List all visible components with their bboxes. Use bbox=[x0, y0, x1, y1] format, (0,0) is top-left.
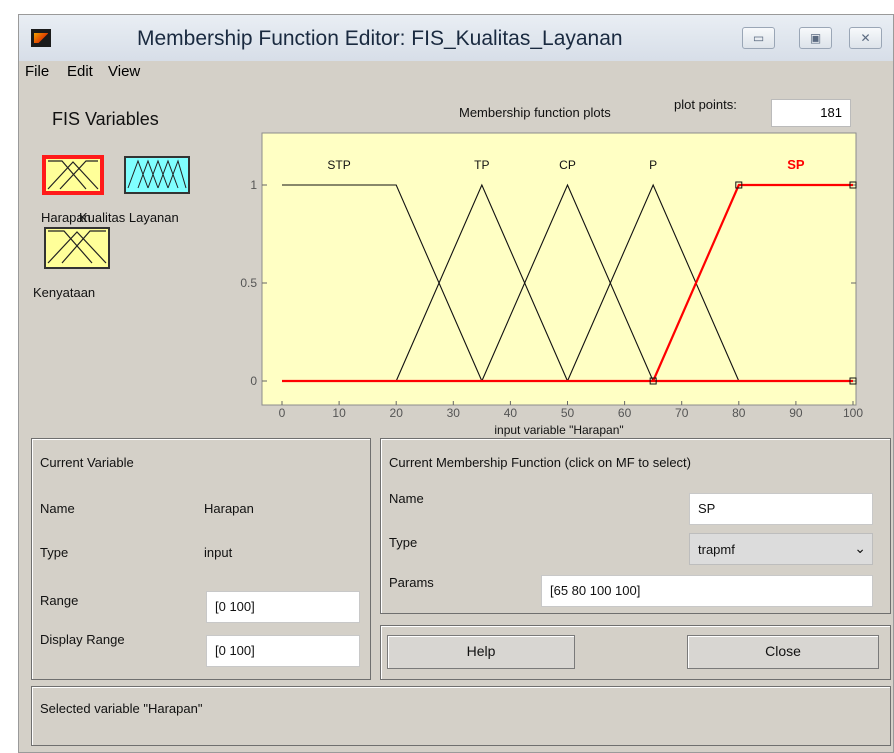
minimize-icon: ▭ bbox=[752, 31, 765, 45]
membership-function-icon bbox=[47, 160, 99, 190]
current-variable-title: Current Variable bbox=[40, 455, 134, 470]
x-tick-label: 10 bbox=[332, 406, 346, 420]
x-tick-label: 0 bbox=[279, 406, 286, 420]
current-mf-title: Current Membership Function (click on MF… bbox=[389, 455, 691, 470]
fis-variables-title: FIS Variables bbox=[52, 109, 159, 129]
membership-function-editor-window: Membership Function Editor: FIS_Kualitas… bbox=[18, 14, 894, 753]
mf-label-p: P bbox=[649, 158, 657, 172]
range-input[interactable]: [0 100] bbox=[206, 591, 360, 623]
display-range-input[interactable]: [0 100] bbox=[206, 635, 360, 667]
menu-file[interactable]: File bbox=[25, 63, 49, 80]
buttons-panel: Help Close bbox=[380, 625, 891, 680]
variable-name-label: Name bbox=[40, 501, 75, 516]
output-variable-kualitas-layanan[interactable] bbox=[124, 156, 190, 194]
x-tick-label: 40 bbox=[504, 406, 518, 420]
mf-type-value: trapmf bbox=[698, 542, 735, 557]
mf-type-select[interactable]: trapmf ⌄ bbox=[689, 533, 873, 565]
mf-label-tp: TP bbox=[474, 158, 489, 172]
menu-edit[interactable]: Edit bbox=[67, 63, 93, 80]
variable-type-value: input bbox=[204, 545, 233, 560]
variable-type-label: Type bbox=[40, 545, 69, 560]
plot-points-label: plot points: bbox=[674, 97, 737, 112]
matlab-logo-icon bbox=[31, 29, 51, 47]
y-tick-label: 0.5 bbox=[240, 276, 257, 290]
help-button[interactable]: Help bbox=[387, 635, 575, 669]
x-tick-label: 20 bbox=[390, 406, 404, 420]
maximize-button[interactable]: ▣ bbox=[799, 27, 832, 49]
status-text: Selected variable "Harapan" bbox=[40, 701, 203, 716]
x-tick-label: 70 bbox=[675, 406, 689, 420]
title-bar[interactable]: Membership Function Editor: FIS_Kualitas… bbox=[19, 15, 893, 61]
chevron-down-icon: ⌄ bbox=[854, 540, 866, 556]
range-label: Range bbox=[40, 593, 79, 608]
x-tick-label: 30 bbox=[447, 406, 461, 420]
close-button[interactable]: Close bbox=[687, 635, 879, 669]
display-range-label: Display Range bbox=[40, 632, 125, 647]
y-tick-label: 1 bbox=[250, 178, 257, 192]
mf-type-label: Type bbox=[389, 535, 418, 550]
variable-name-value: Harapan bbox=[204, 501, 254, 516]
x-tick-label: 60 bbox=[618, 406, 632, 420]
variable-label-kenyataan: Kenyataan bbox=[33, 285, 96, 300]
membership-function-plot[interactable]: 00.51 0 10 20 30 40 50 60 70 80 90 100 STP TP CP P SP … bbox=[229, 127, 869, 439]
plot-title: Membership function plots bbox=[459, 105, 611, 120]
window-title: Membership Function Editor: FIS_Kualitas… bbox=[137, 27, 623, 50]
mf-label-sp: SP bbox=[787, 157, 805, 172]
x-tick-label: 90 bbox=[789, 406, 803, 420]
maximize-icon: ▣ bbox=[809, 31, 822, 45]
x-axis-label: input variable "Harapan" bbox=[494, 423, 623, 437]
mf-params-label: Params bbox=[389, 575, 434, 590]
current-variable-panel: Current Variable Name Harapan Type input… bbox=[31, 438, 371, 680]
x-tick-label: 50 bbox=[561, 406, 575, 420]
mf-name-input[interactable]: SP bbox=[689, 493, 873, 525]
menu-view[interactable]: View bbox=[108, 63, 140, 80]
mf-name-label: Name bbox=[389, 491, 424, 506]
current-membership-function-panel: Current Membership Function (click on MF… bbox=[380, 438, 891, 614]
mf-params-input[interactable]: [65 80 100 100] bbox=[541, 575, 873, 607]
minimize-button[interactable]: ▭ bbox=[742, 27, 775, 49]
mf-label-stp: STP bbox=[327, 158, 350, 172]
mf-label-cp: CP bbox=[559, 158, 576, 172]
y-tick-label: 0 bbox=[250, 374, 257, 388]
input-variable-kenyataan[interactable] bbox=[44, 227, 110, 269]
membership-function-icon bbox=[127, 159, 187, 189]
x-tick-label: 80 bbox=[732, 406, 746, 420]
membership-function-icon bbox=[47, 230, 107, 264]
status-bar: Selected variable "Harapan" bbox=[31, 686, 891, 746]
plot-points-input[interactable]: 181 bbox=[771, 99, 851, 127]
close-icon: ✕ bbox=[860, 31, 871, 45]
close-window-button[interactable]: ✕ bbox=[849, 27, 882, 49]
x-tick-label: 100 bbox=[843, 406, 863, 420]
input-variable-harapan[interactable] bbox=[42, 155, 104, 195]
variable-label-kualitas-layanan: Kualitas Layanan bbox=[79, 210, 179, 225]
